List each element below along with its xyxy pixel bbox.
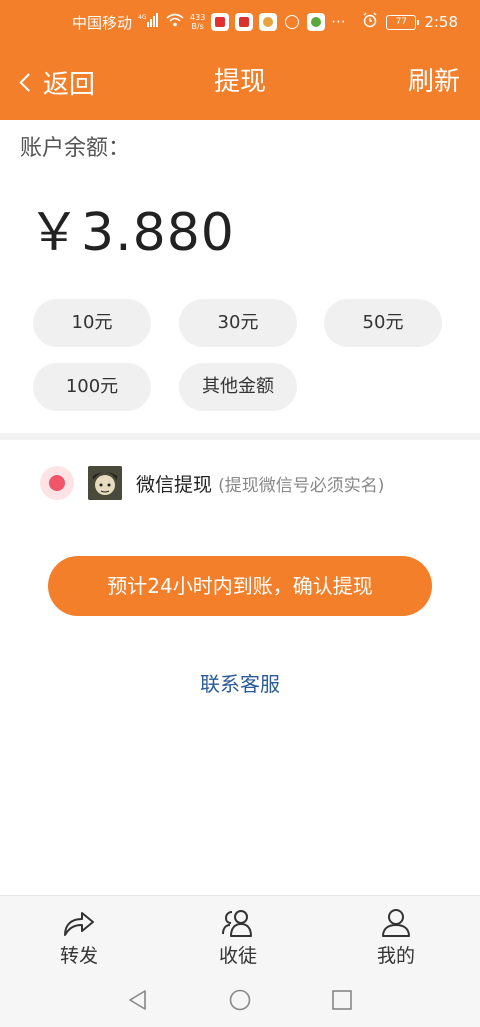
back-button[interactable]: 返回 — [18, 44, 95, 120]
share-icon — [64, 912, 94, 936]
refresh-button[interactable]: 刷新 — [408, 44, 460, 120]
status-left: 中国移动 4G 433 B/s ··· — [72, 0, 346, 44]
section-divider — [0, 433, 480, 440]
amount-option-10[interactable]: 10元 — [33, 299, 151, 347]
wechat-radio[interactable] — [40, 466, 74, 500]
app-notification-icon — [307, 13, 326, 31]
withdraw-method: 微信提现 (提现微信号必须实名) — [136, 470, 384, 497]
amount-option-100[interactable]: 100元 — [33, 363, 151, 411]
status-bar: 中国移动 4G 433 B/s ··· 77 2:58 — [0, 0, 480, 44]
carrier-name: 中国移动 — [72, 13, 133, 32]
users-icon — [222, 910, 252, 937]
app-notification-icon — [259, 13, 278, 31]
contact-support-link[interactable]: 联系客服 — [0, 668, 480, 697]
amount-option-30[interactable]: 30元 — [179, 299, 297, 347]
network-type-text: 4G — [138, 14, 147, 21]
status-right: 77 2:58 — [362, 0, 458, 44]
radio-selected-dot — [49, 475, 65, 491]
chevron-left-icon — [19, 72, 38, 92]
battery-icon: 77 — [386, 14, 420, 30]
tab-me[interactable]: 我的 — [336, 896, 456, 974]
bottom-tab-bar: 转发 收徒 我的 — [0, 895, 480, 974]
balance-label: 账户余额： — [20, 136, 131, 161]
nav-home-icon[interactable] — [228, 988, 252, 1012]
tab-recruit[interactable]: 收徒 — [178, 896, 298, 974]
signal-icon: 4G — [138, 13, 160, 31]
nav-recents-icon[interactable] — [330, 988, 354, 1012]
amount-option-50[interactable]: 50元 — [324, 299, 442, 347]
app-notification-icon — [211, 13, 230, 31]
alarm-icon — [362, 12, 378, 32]
tab-share-label: 转发 — [59, 945, 98, 967]
speed-value: 433 — [190, 13, 206, 22]
system-nav-bar — [0, 973, 480, 1027]
status-time: 2:58 — [424, 13, 458, 31]
wifi-icon — [166, 13, 184, 31]
back-label: 返回 — [43, 69, 96, 100]
method-note: (提现微信号必须实名) — [218, 476, 385, 496]
nav-back-icon[interactable] — [126, 988, 150, 1012]
confirm-withdraw-button[interactable]: 预计24小时内到账，确认提现 — [48, 556, 432, 616]
speed-unit: B/s — [191, 22, 204, 31]
title-bar: 提现 返回 刷新 — [0, 44, 480, 120]
app-notification-icon — [283, 13, 301, 31]
amount-option-other[interactable]: 其他金额 — [179, 363, 297, 411]
more-notifications-icon: ··· — [331, 13, 346, 31]
user-icon — [382, 909, 410, 937]
network-speed: 433 B/s — [190, 13, 205, 31]
balance-amount: ￥3.880 — [28, 203, 235, 263]
app-notification-icon — [235, 13, 254, 31]
tab-recruit-label: 收徒 — [218, 945, 257, 967]
method-label: 微信提现 — [136, 474, 213, 496]
tab-share[interactable]: 转发 — [19, 896, 139, 974]
tab-me-label: 我的 — [376, 945, 415, 967]
wechat-avatar — [88, 466, 122, 500]
